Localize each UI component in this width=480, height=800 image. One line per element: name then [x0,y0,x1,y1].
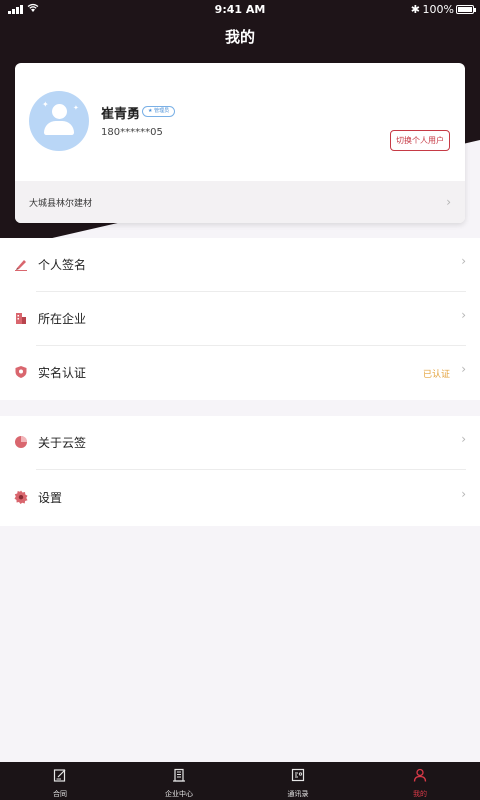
menu-item-about[interactable]: 关于云签 › [0,416,480,470]
role-badge: ★ 管理员 [142,106,176,117]
verified-status: 已认证 [422,370,450,380]
tab-label: 我的 [413,790,427,798]
tab-enterprise-center[interactable]: 企业中心 [149,762,209,800]
building-icon [16,313,26,324]
tab-label: 合同 [53,790,67,798]
status-bar: 9:41 AM ✱ 100% [0,0,480,20]
switch-personal-user-button[interactable]: 切换个人用户 [390,130,450,151]
page-title: 我的 [224,28,255,46]
menu-item-label: 所在企业 [38,312,87,326]
chevron-right-icon: › [461,254,466,268]
contacts-icon [291,768,305,782]
chevron-right-icon: › [461,487,466,501]
menu-item-settings[interactable]: 设置 › [0,471,480,525]
tab-label: 企业中心 [165,790,193,798]
menu-item-label: 关于云签 [38,436,87,450]
gear-icon [14,490,28,504]
chevron-right-icon: › [461,432,466,446]
tab-label: 通讯录 [287,790,309,798]
tab-contacts[interactable]: 通讯录 [268,762,328,800]
menu-item-label: 个人签名 [38,258,87,272]
company-name: 大城县林尔建材 [29,199,93,209]
person-icon [413,768,427,782]
menu-group-2: 关于云签 › 设置 › [0,416,480,526]
chevron-right-icon: › [446,195,451,209]
circle-logo-icon [15,436,27,448]
menu-item-label: 设置 [38,491,63,505]
chevron-right-icon: › [461,308,466,322]
contract-icon [53,769,66,782]
avatar[interactable]: ✦ ✦ [29,91,89,151]
sparkle-icon: ✦ [73,104,79,112]
menu-item-company[interactable]: 所在企业 › [0,292,480,346]
building-icon [173,768,185,782]
tab-mine[interactable]: 我的 [390,762,450,800]
user-phone: 180******05 [101,127,163,138]
company-row[interactable]: 大城县林尔建材 › [15,181,465,223]
profile-card: ✦ ✦ 崔青勇 ★ 管理员 180******05 切换个人用户 大城县林尔建材… [15,63,465,223]
menu-group-1: 个人签名 › 所在企业 › 实名认证 已认证 › [0,238,480,400]
battery-icon [456,5,476,14]
menu-item-real-name-verification[interactable]: 实名认证 已认证 › [0,346,480,400]
battery-percent: 100% [422,3,454,16]
menu-item-label: 实名认证 [38,366,87,380]
pen-icon [15,260,27,271]
menu-item-signature[interactable]: 个人签名 › [0,238,480,292]
chevron-right-icon: › [461,362,466,376]
bluetooth-icon: ✱ [410,3,420,16]
status-time: 9:41 AM [214,3,266,16]
sparkle-icon: ✦ [42,100,49,109]
user-name: 崔青勇 [101,107,141,122]
tab-contract[interactable]: 合同 [30,762,90,800]
tab-bar: 合同 企业中心 通讯录 我的 [0,762,480,800]
shield-icon [15,366,27,378]
